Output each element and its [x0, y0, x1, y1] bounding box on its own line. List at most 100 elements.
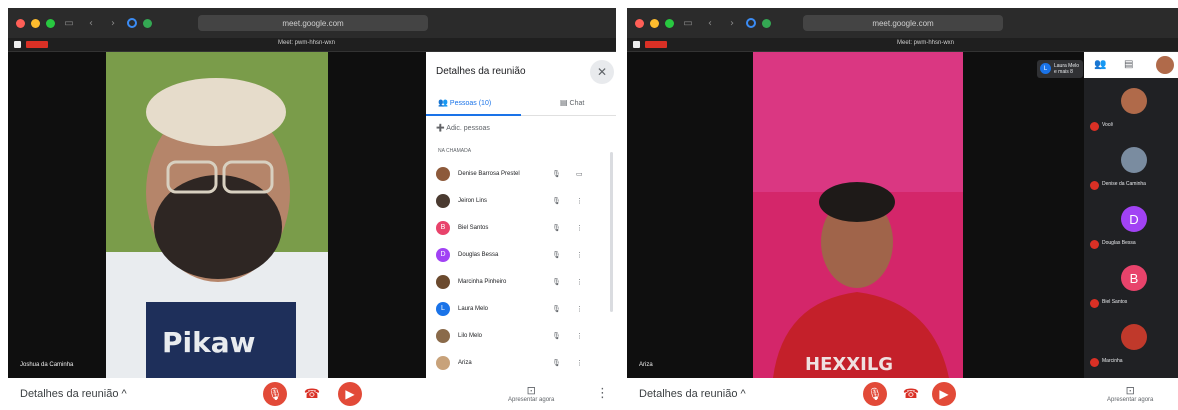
participant-name-tag: Ariza	[639, 362, 653, 368]
close-window-icon[interactable]	[635, 18, 644, 28]
more-options-icon[interactable]: ⋮	[576, 278, 583, 286]
present-now-button[interactable]: ⊡ Apresentar agora	[1107, 384, 1153, 403]
address-bar[interactable]: meet.google.com	[803, 15, 1003, 31]
forward-icon[interactable]: ›	[724, 18, 740, 29]
self-avatar[interactable]	[1156, 56, 1174, 74]
rail-header: 👥 ▤	[1084, 52, 1178, 78]
participant-tile[interactable]: Denise da Caminha	[1084, 141, 1178, 199]
svg-text:Pikaw: Pikaw	[162, 326, 256, 359]
leave-call-button[interactable]: ☎	[300, 382, 324, 406]
mic-off-icon[interactable]: 🎙	[552, 305, 561, 313]
people-icon: 👥	[438, 98, 448, 107]
muted-icon	[1090, 358, 1099, 367]
avatar: L	[436, 301, 450, 316]
tab-people[interactable]: 👥 Pessoas (10)	[438, 98, 491, 107]
participant-row[interactable]: Ariza 🎙 ⋮	[436, 349, 604, 376]
toggle-camera-button[interactable]: ▶	[338, 382, 362, 406]
tab-title[interactable]: Meet: pwm-hhsn-wxn	[897, 40, 954, 46]
back-icon[interactable]: ‹	[83, 18, 99, 29]
people-icon[interactable]: 👥	[1094, 59, 1106, 70]
more-options-icon[interactable]: ⋮	[576, 332, 583, 340]
add-people-button[interactable]: ➕ Adic. pessoas	[436, 124, 490, 132]
sidebar-toggle-icon[interactable]: ▭	[61, 18, 77, 29]
mic-off-icon[interactable]: 🎙	[552, 278, 561, 286]
participant-name: Marcinha	[1102, 358, 1123, 364]
minimize-window-icon[interactable]	[31, 18, 40, 28]
mic-off-icon[interactable]: 🎙	[552, 251, 561, 259]
more-options-icon[interactable]: ⋮	[596, 386, 609, 401]
right-meet-window: ▭ ‹ › meet.google.com Meet: pwm-hhsn-wxn…	[627, 8, 1178, 410]
participant-name: Marcinha Pinheiro	[458, 278, 507, 285]
muted-icon	[1090, 181, 1099, 190]
avatar	[1121, 147, 1147, 173]
participant-name: Denise da Caminha	[1102, 181, 1146, 187]
participant-tile[interactable]: Você	[1084, 82, 1178, 140]
panel-scrollbar[interactable]	[610, 152, 613, 312]
more-options-icon[interactable]: ⋮	[576, 224, 583, 232]
tab-chat-label: Chat	[569, 100, 585, 107]
close-panel-button[interactable]: ✕	[590, 60, 614, 84]
minimize-window-icon[interactable]	[650, 18, 659, 28]
more-options-icon[interactable]: ⋮	[576, 305, 583, 313]
toggle-camera-button[interactable]: ▶	[932, 382, 956, 406]
avatar: L	[1040, 63, 1051, 74]
mic-off-icon[interactable]: 🎙	[552, 332, 561, 340]
sidebar-toggle-icon[interactable]: ▭	[680, 18, 696, 29]
main-video: Pikaw	[106, 52, 328, 378]
present-now-label: Apresentar agora	[508, 397, 555, 403]
participant-row[interactable]: Jeiron Lins 🎙 ⋮	[436, 187, 604, 214]
tab-title[interactable]: Meet: pwm-hhsn-wxn	[278, 40, 335, 46]
mic-off-icon[interactable]: 🎙	[552, 359, 561, 367]
participant-row[interactable]: L Laura Melo 🎙 ⋮	[436, 295, 604, 322]
close-window-icon[interactable]	[16, 18, 25, 28]
camera-indicator-icon	[14, 41, 21, 48]
participant-name: Lilo Melo	[458, 332, 483, 339]
avatar	[436, 274, 450, 289]
tab-chat[interactable]: ▤ Chat	[560, 98, 584, 107]
mic-off-icon: 🎙	[267, 387, 283, 401]
back-icon[interactable]: ‹	[702, 18, 718, 29]
mic-off-icon[interactable]: 🎙	[552, 224, 561, 232]
participant-name: Douglas Bessa	[1102, 240, 1136, 246]
participants-summary-text: Laura Melo e mais 8	[1054, 63, 1079, 75]
extension-icon[interactable]	[762, 18, 771, 28]
mic-off-icon[interactable]: 🎙	[552, 170, 561, 178]
tab-favicon-icon	[746, 18, 756, 28]
present-screen-icon: ⊡	[526, 384, 536, 397]
participant-row[interactable]: Denise Barrosa Prestel 🎙 ▭	[436, 160, 604, 187]
participant-row[interactable]: B Biel Santos 🎙 ⋮	[436, 214, 604, 241]
participant-tile[interactable]: B Biel Santos	[1084, 259, 1178, 317]
chat-icon[interactable]: ▤	[1124, 59, 1133, 70]
toggle-mic-button[interactable]: 🎙	[863, 382, 887, 406]
extension-icon[interactable]	[143, 18, 152, 28]
more-options-icon[interactable]: ⋮	[576, 197, 583, 205]
participant-video-feed: HEXXILG	[753, 52, 963, 378]
more-options-icon[interactable]: ⋮	[576, 359, 583, 367]
meeting-details-button[interactable]: Detalhes da reunião ^	[20, 388, 127, 400]
maximize-window-icon[interactable]	[665, 18, 674, 28]
chevron-up-icon: ^	[121, 388, 127, 400]
participant-row[interactable]: D Douglas Bessa 🎙 ⋮	[436, 241, 604, 268]
participant-list: Denise Barrosa Prestel 🎙 ▭ Jeiron Lins 🎙 ⋮ B Bi…	[436, 160, 604, 376]
participant-name: Biel Santos	[1102, 299, 1128, 305]
participants-summary-chip[interactable]: L Laura Melo e mais 8	[1037, 60, 1083, 78]
meeting-details-button[interactable]: Detalhes da reunião ^	[639, 388, 746, 400]
present-now-button[interactable]: ⊡ Apresentar agora	[508, 384, 554, 403]
toggle-mic-button[interactable]: 🎙	[263, 382, 287, 406]
mic-off-icon[interactable]: 🎙	[552, 197, 561, 205]
participant-tile[interactable]: Marcinha	[1084, 318, 1178, 376]
participant-row[interactable]: Marcinha Pinheiro 🎙 ⋮	[436, 268, 604, 295]
forward-icon[interactable]: ›	[105, 18, 121, 29]
add-person-icon: ➕	[436, 125, 445, 132]
participant-name: Laura Melo	[458, 305, 489, 312]
camera-indicator-icon	[633, 41, 640, 48]
recording-badge	[26, 41, 48, 48]
pin-icon[interactable]: ▭	[576, 170, 583, 178]
address-bar[interactable]: meet.google.com	[198, 15, 428, 31]
maximize-window-icon[interactable]	[46, 18, 55, 28]
participant-tile[interactable]: D Douglas Bessa	[1084, 200, 1178, 258]
more-options-icon[interactable]: ⋮	[576, 251, 583, 259]
leave-call-button[interactable]: ☎	[899, 382, 923, 406]
meeting-details-panel: Detalhes da reunião ✕ 👥 Pessoas (10) ▤ C…	[426, 52, 616, 378]
participant-row[interactable]: Lilo Melo 🎙 ⋮	[436, 322, 604, 349]
